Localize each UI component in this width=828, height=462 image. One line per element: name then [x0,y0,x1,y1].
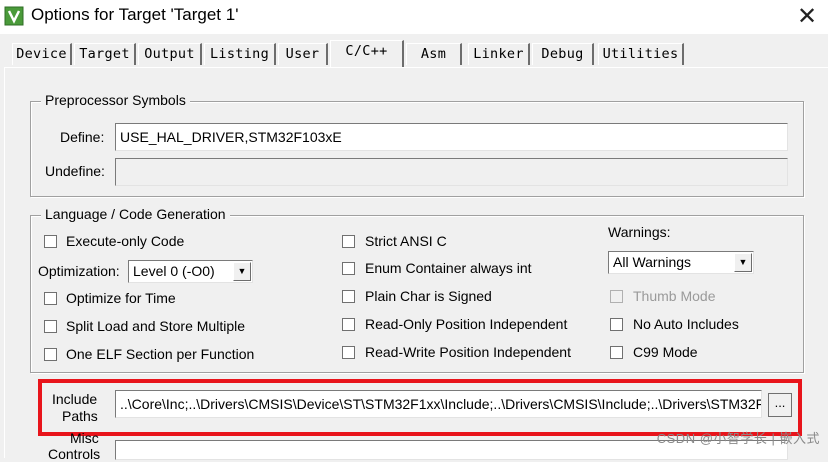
tab-asm[interactable]: Asm [406,43,462,65]
c99-mode-checkbox[interactable] [610,346,623,359]
warnings-select[interactable]: All Warnings ▼ [608,251,754,274]
tab-output[interactable]: Output [138,43,202,65]
ropi-checkbox[interactable] [342,318,355,331]
plain-char-label: Plain Char is Signed [365,288,492,304]
misc-label-line1: Misc [70,430,99,446]
title-bar: Options for Target 'Target 1' ✕ [0,0,828,34]
tab-debug[interactable]: Debug [532,43,594,65]
no-auto-includes-checkbox[interactable] [610,318,623,331]
split-load-checkbox[interactable] [44,320,57,333]
tab-linker[interactable]: Linker [468,43,530,65]
one-elf-label: One ELF Section per Function [66,346,255,362]
split-load-label: Split Load and Store Multiple [66,318,245,334]
enum-container-label: Enum Container always int [365,260,532,276]
watermark: CSDN @小智学长 | 嵌入式 [656,431,820,446]
plain-char-checkbox[interactable] [342,290,355,303]
tab-utilities[interactable]: Utilities [598,43,684,65]
c99-mode-label: C99 Mode [633,344,698,360]
optimization-label: Optimization: [38,263,120,279]
optimize-time-checkbox[interactable] [44,292,57,305]
thumb-mode-checkbox[interactable] [610,290,623,303]
thumb-mode-label: Thumb Mode [633,288,716,304]
strict-ansi-label: Strict ANSI C [365,233,447,249]
chevron-down-icon[interactable]: ▼ [734,253,752,272]
undefine-input[interactable] [115,158,788,186]
optimization-value: Level 0 (-O0) [133,263,215,279]
window-title: Options for Target 'Target 1' [31,5,239,24]
language-group-title: Language / Code Generation [41,206,230,222]
define-label: Define: [60,129,105,145]
misc-label-line2: Controls [48,446,101,462]
ropi-label: Read-Only Position Independent [365,316,568,332]
close-icon[interactable]: ✕ [796,2,818,31]
keil-uvision-icon [4,6,24,26]
enum-container-checkbox[interactable] [342,262,355,275]
undefine-label: Undefine: [45,163,105,179]
execute-only-label: Execute-only Code [66,233,185,249]
optimization-select[interactable]: Level 0 (-O0) ▼ [128,260,253,283]
one-elf-checkbox[interactable] [44,348,57,361]
optimize-time-label: Optimize for Time [66,290,176,306]
warnings-value: All Warnings [613,254,692,270]
preprocessor-group-title: Preprocessor Symbols [41,92,190,108]
define-input[interactable]: USE_HAL_DRIVER,STM32F103xE [115,123,788,151]
tab-user[interactable]: User [278,43,328,65]
rwpi-checkbox[interactable] [342,346,355,359]
tab-device[interactable]: Device [12,43,72,65]
tab-listing[interactable]: Listing [204,43,276,65]
no-auto-includes-label: No Auto Includes [633,316,739,332]
tab-target[interactable]: Target [74,43,136,65]
warnings-label: Warnings: [608,224,671,240]
chevron-down-icon[interactable]: ▼ [233,262,251,281]
execute-only-checkbox[interactable] [44,235,57,248]
tab-strip: Device Target Output Listing User C/C++ … [0,38,828,68]
tab-c-cpp[interactable]: C/C++ [330,40,404,67]
strict-ansi-checkbox[interactable] [342,235,355,248]
rwpi-label: Read-Write Position Independent [365,344,571,360]
